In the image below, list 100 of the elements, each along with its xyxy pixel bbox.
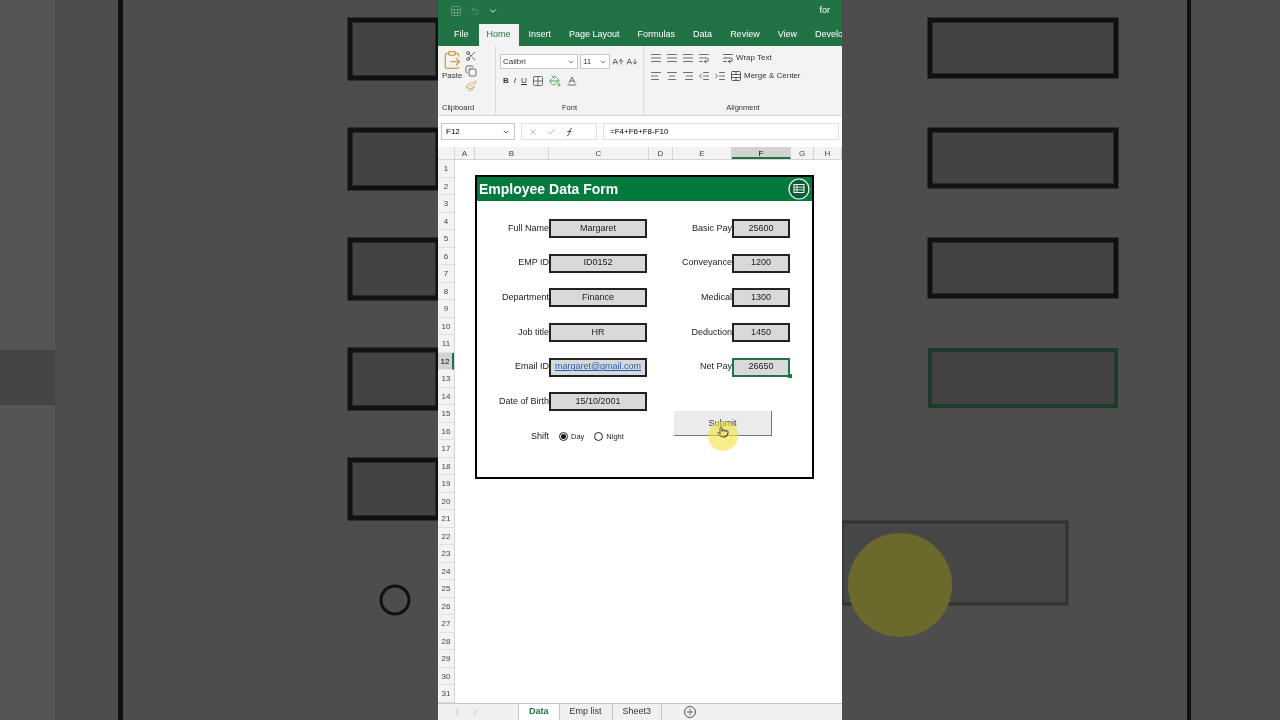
formula-field[interactable]: =F4+F6+F8-F10 bbox=[603, 123, 839, 140]
ribbon-tab[interactable]: Develo bbox=[807, 24, 842, 46]
row-header[interactable]: 15 bbox=[438, 405, 454, 423]
ribbon-tab[interactable]: Page Layout bbox=[561, 24, 628, 46]
align-top-icon[interactable] bbox=[650, 52, 662, 64]
row-header[interactable]: 1 bbox=[438, 160, 454, 178]
font-style-button[interactable]: U bbox=[521, 75, 527, 87]
font-style-button[interactable]: B bbox=[503, 75, 509, 87]
row-header[interactable]: 7 bbox=[438, 265, 454, 283]
column-header[interactable]: B bbox=[475, 147, 549, 159]
ribbon-tab[interactable]: Insert bbox=[520, 24, 560, 46]
form-input[interactable]: Margaret bbox=[549, 218, 647, 238]
column-header[interactable]: A bbox=[455, 147, 475, 159]
field-label: Net Pay bbox=[700, 360, 732, 374]
form-input[interactable]: 26650 bbox=[732, 357, 790, 377]
font-style-button[interactable]: I bbox=[513, 75, 516, 87]
row-header[interactable]: 28 bbox=[438, 632, 454, 650]
row-header[interactable]: 19 bbox=[438, 475, 454, 493]
column-header[interactable]: D bbox=[649, 147, 673, 159]
align-center-icon[interactable] bbox=[666, 70, 678, 82]
row-header[interactable]: 6 bbox=[438, 247, 454, 265]
field-label: Full Name bbox=[508, 221, 549, 235]
field-label: Department bbox=[501, 290, 549, 304]
form-input[interactable]: 1450 bbox=[732, 322, 790, 342]
grow-font-icon[interactable] bbox=[612, 55, 624, 68]
form-input[interactable]: 15/10/2001 bbox=[549, 392, 647, 412]
form-input[interactable]: HR bbox=[549, 322, 647, 342]
field-label: Conveyance bbox=[681, 256, 732, 270]
row-header[interactable]: 24 bbox=[438, 562, 454, 580]
table-logo-icon[interactable] bbox=[788, 178, 810, 200]
hand-cursor-icon bbox=[717, 426, 729, 439]
row-header[interactable]: 4 bbox=[438, 212, 454, 230]
decrease-indent-icon[interactable] bbox=[698, 70, 710, 82]
window-title: for bbox=[819, 4, 830, 18]
ribbon-tab[interactable]: Home bbox=[478, 24, 519, 46]
form-input[interactable]: Finance bbox=[549, 288, 647, 308]
row-header[interactable]: 14 bbox=[438, 387, 454, 405]
column-header[interactable]: F bbox=[732, 147, 791, 159]
form-input[interactable]: 1300 bbox=[732, 288, 790, 308]
row-header[interactable]: 13 bbox=[438, 370, 454, 388]
field-label: Shift bbox=[531, 429, 549, 443]
column-header[interactable]: C bbox=[549, 147, 649, 159]
row-header[interactable]: 16 bbox=[438, 422, 454, 440]
row-header[interactable]: 30 bbox=[438, 667, 454, 685]
row-header[interactable]: 25 bbox=[438, 580, 454, 598]
form-input[interactable]: ID0152 bbox=[549, 253, 647, 273]
form-title: Employee Data Form bbox=[479, 179, 619, 199]
row-header[interactable]: 31 bbox=[438, 685, 454, 703]
sheet-tab[interactable]: Data bbox=[518, 704, 560, 720]
row-header[interactable]: 26 bbox=[438, 597, 454, 615]
borders-icon[interactable] bbox=[531, 75, 544, 87]
row-header[interactable]: 21 bbox=[438, 510, 454, 528]
ribbon-tab[interactable]: File bbox=[446, 24, 477, 46]
copy-icon[interactable] bbox=[465, 65, 478, 77]
ribbon-tab[interactable]: Formulas bbox=[629, 24, 684, 46]
row-header[interactable]: 27 bbox=[438, 615, 454, 633]
paste-button[interactable]: Paste bbox=[442, 50, 463, 98]
column-header[interactable]: G bbox=[791, 147, 814, 159]
row-header[interactable]: 20 bbox=[438, 492, 454, 510]
wrap-text-button[interactable]: Wrap Text bbox=[722, 52, 772, 64]
sheet-tab[interactable]: Sheet3 bbox=[612, 704, 663, 720]
align-left-icon[interactable] bbox=[650, 70, 662, 82]
ribbon-tab[interactable]: View bbox=[769, 24, 805, 46]
align-middle-icon[interactable] bbox=[666, 52, 678, 64]
form-input[interactable]: margaret@gmail.com bbox=[549, 357, 647, 377]
align-right-icon[interactable] bbox=[682, 70, 694, 82]
merge-center-button[interactable]: Merge & Center bbox=[730, 70, 801, 82]
row-header[interactable]: 2 bbox=[438, 177, 454, 195]
row-header[interactable]: 18 bbox=[438, 457, 454, 475]
fill-color-icon[interactable] bbox=[548, 75, 561, 87]
wrap-text-icon bbox=[722, 52, 734, 64]
customize-icon[interactable] bbox=[488, 6, 498, 16]
increase-indent-icon[interactable] bbox=[714, 70, 726, 82]
field-label: Deduction bbox=[691, 325, 732, 339]
ribbon-tab[interactable]: Data bbox=[685, 24, 721, 46]
row-header[interactable]: 8 bbox=[438, 282, 454, 300]
email-link[interactable]: margaret@gmail.com bbox=[554, 360, 642, 374]
ribbon-tab[interactable]: Review bbox=[722, 24, 768, 46]
font-size-field[interactable]: 11 bbox=[580, 54, 610, 69]
row-header[interactable]: 29 bbox=[438, 650, 454, 668]
field-label: EMP ID bbox=[518, 256, 549, 270]
row-header[interactable]: 23 bbox=[438, 545, 454, 563]
row-header[interactable]: 10 bbox=[438, 317, 454, 335]
fill-handle[interactable] bbox=[788, 373, 792, 378]
cut-icon[interactable] bbox=[465, 50, 478, 62]
row-header[interactable]: 22 bbox=[438, 527, 454, 545]
name-box[interactable]: F12 bbox=[441, 123, 515, 140]
sheet-tab[interactable]: Emp list bbox=[559, 704, 613, 720]
shrink-font-icon[interactable] bbox=[626, 55, 638, 68]
form-input[interactable]: 1200 bbox=[732, 253, 790, 273]
row-header[interactable]: 17 bbox=[438, 440, 454, 458]
row-header[interactable]: 9 bbox=[438, 300, 454, 318]
font-color-icon[interactable] bbox=[565, 75, 578, 87]
row-header[interactable]: 11 bbox=[438, 335, 454, 353]
row-header[interactable]: 5 bbox=[438, 230, 454, 248]
click-highlight bbox=[708, 421, 738, 452]
row-header[interactable]: 3 bbox=[438, 195, 454, 213]
font-name-field[interactable]: Calibri bbox=[500, 54, 578, 69]
form-input[interactable]: 25600 bbox=[732, 218, 790, 238]
align-bottom-icon[interactable] bbox=[682, 52, 694, 64]
